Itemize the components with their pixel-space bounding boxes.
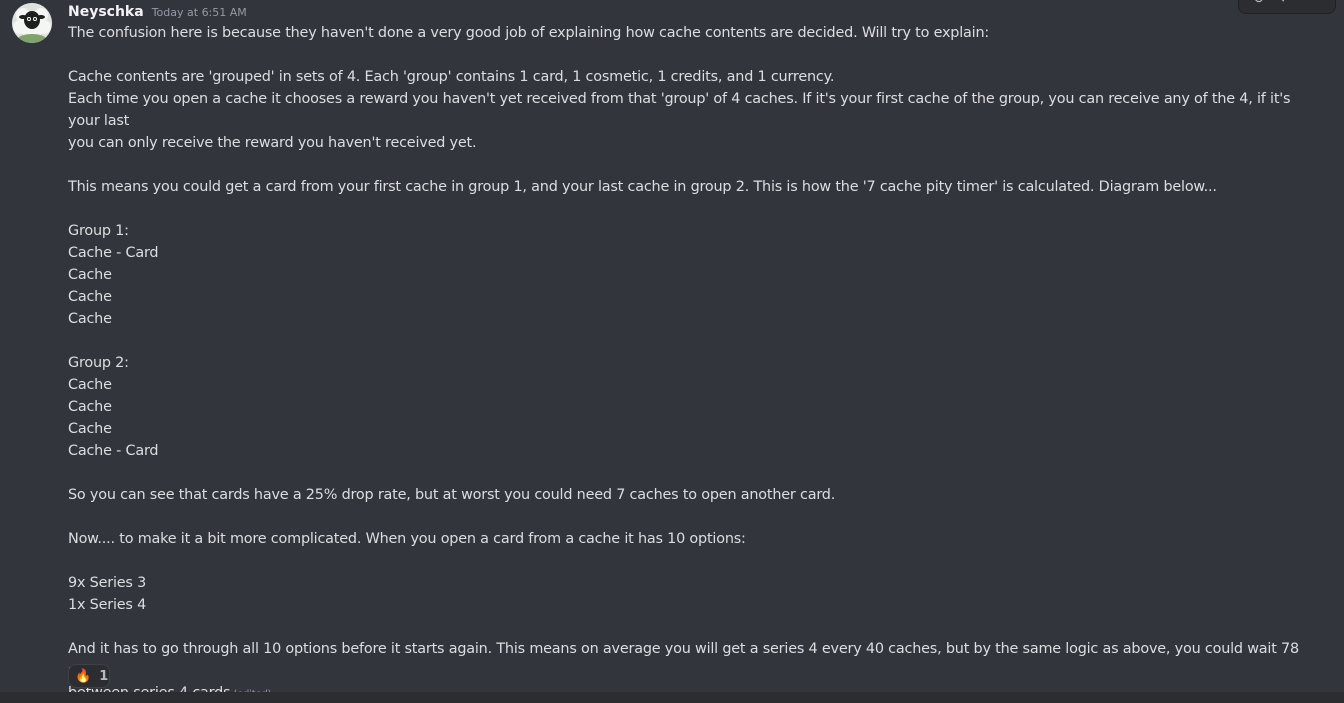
fire-emoji-icon: 🔥 [75,668,92,684]
message-line: you can only receive the reward you have… [68,135,477,151]
bottom-divider [0,692,1344,703]
message-line: Cache - Card [68,443,159,459]
message-line: Cache contents are 'grouped' in sets of … [68,69,835,85]
message-line: Group 2: [68,355,129,371]
message-line: Group 1: [68,223,129,239]
more-icon[interactable]: ⋯ [1307,0,1321,7]
reaction-button[interactable]: 🔥 1 [68,664,110,688]
message-line: And it has to go through all 10 options … [68,641,1299,679]
message-line: Cache [68,399,112,415]
message-line: Cache - Card [68,245,159,261]
message-line [68,616,1308,638]
message-line: Cache [68,377,112,393]
username[interactable]: Neyschka [68,2,144,22]
message: ↻ ↩ ⋯ Neyschka Today at 6:51 AM The c [0,0,1344,701]
message-content: Neyschka Today at 6:51 AM The confusion … [68,0,1308,703]
message-line: Cache [68,267,112,283]
message-line [68,506,1308,528]
timestamp[interactable]: Today at 6:51 AM [152,3,247,23]
message-line: Cache [68,421,112,437]
message-line: 9x Series 3 [68,575,147,591]
message-line: Now.... to make it a bit more complicate… [68,531,746,547]
message-line: So you can see that cards have a 25% dro… [68,487,836,503]
message-line [68,462,1308,484]
message-line [68,330,1308,352]
message-body: The confusion here is because they haven… [68,22,1308,703]
message-line: Cache [68,289,112,305]
message-line [68,44,1308,66]
message-line: Each time you open a cache it chooses a … [68,91,1295,129]
message-line [68,154,1308,176]
message-line: 1x Series 4 [68,597,147,613]
avatar[interactable] [12,3,52,43]
message-line: Cache [68,311,112,327]
message-line: The confusion here is because they haven… [68,25,990,41]
message-line: This means you could get a card from you… [68,179,1217,195]
message-line [68,198,1308,220]
message-line [68,550,1308,572]
reaction-count: 1 [99,668,109,684]
